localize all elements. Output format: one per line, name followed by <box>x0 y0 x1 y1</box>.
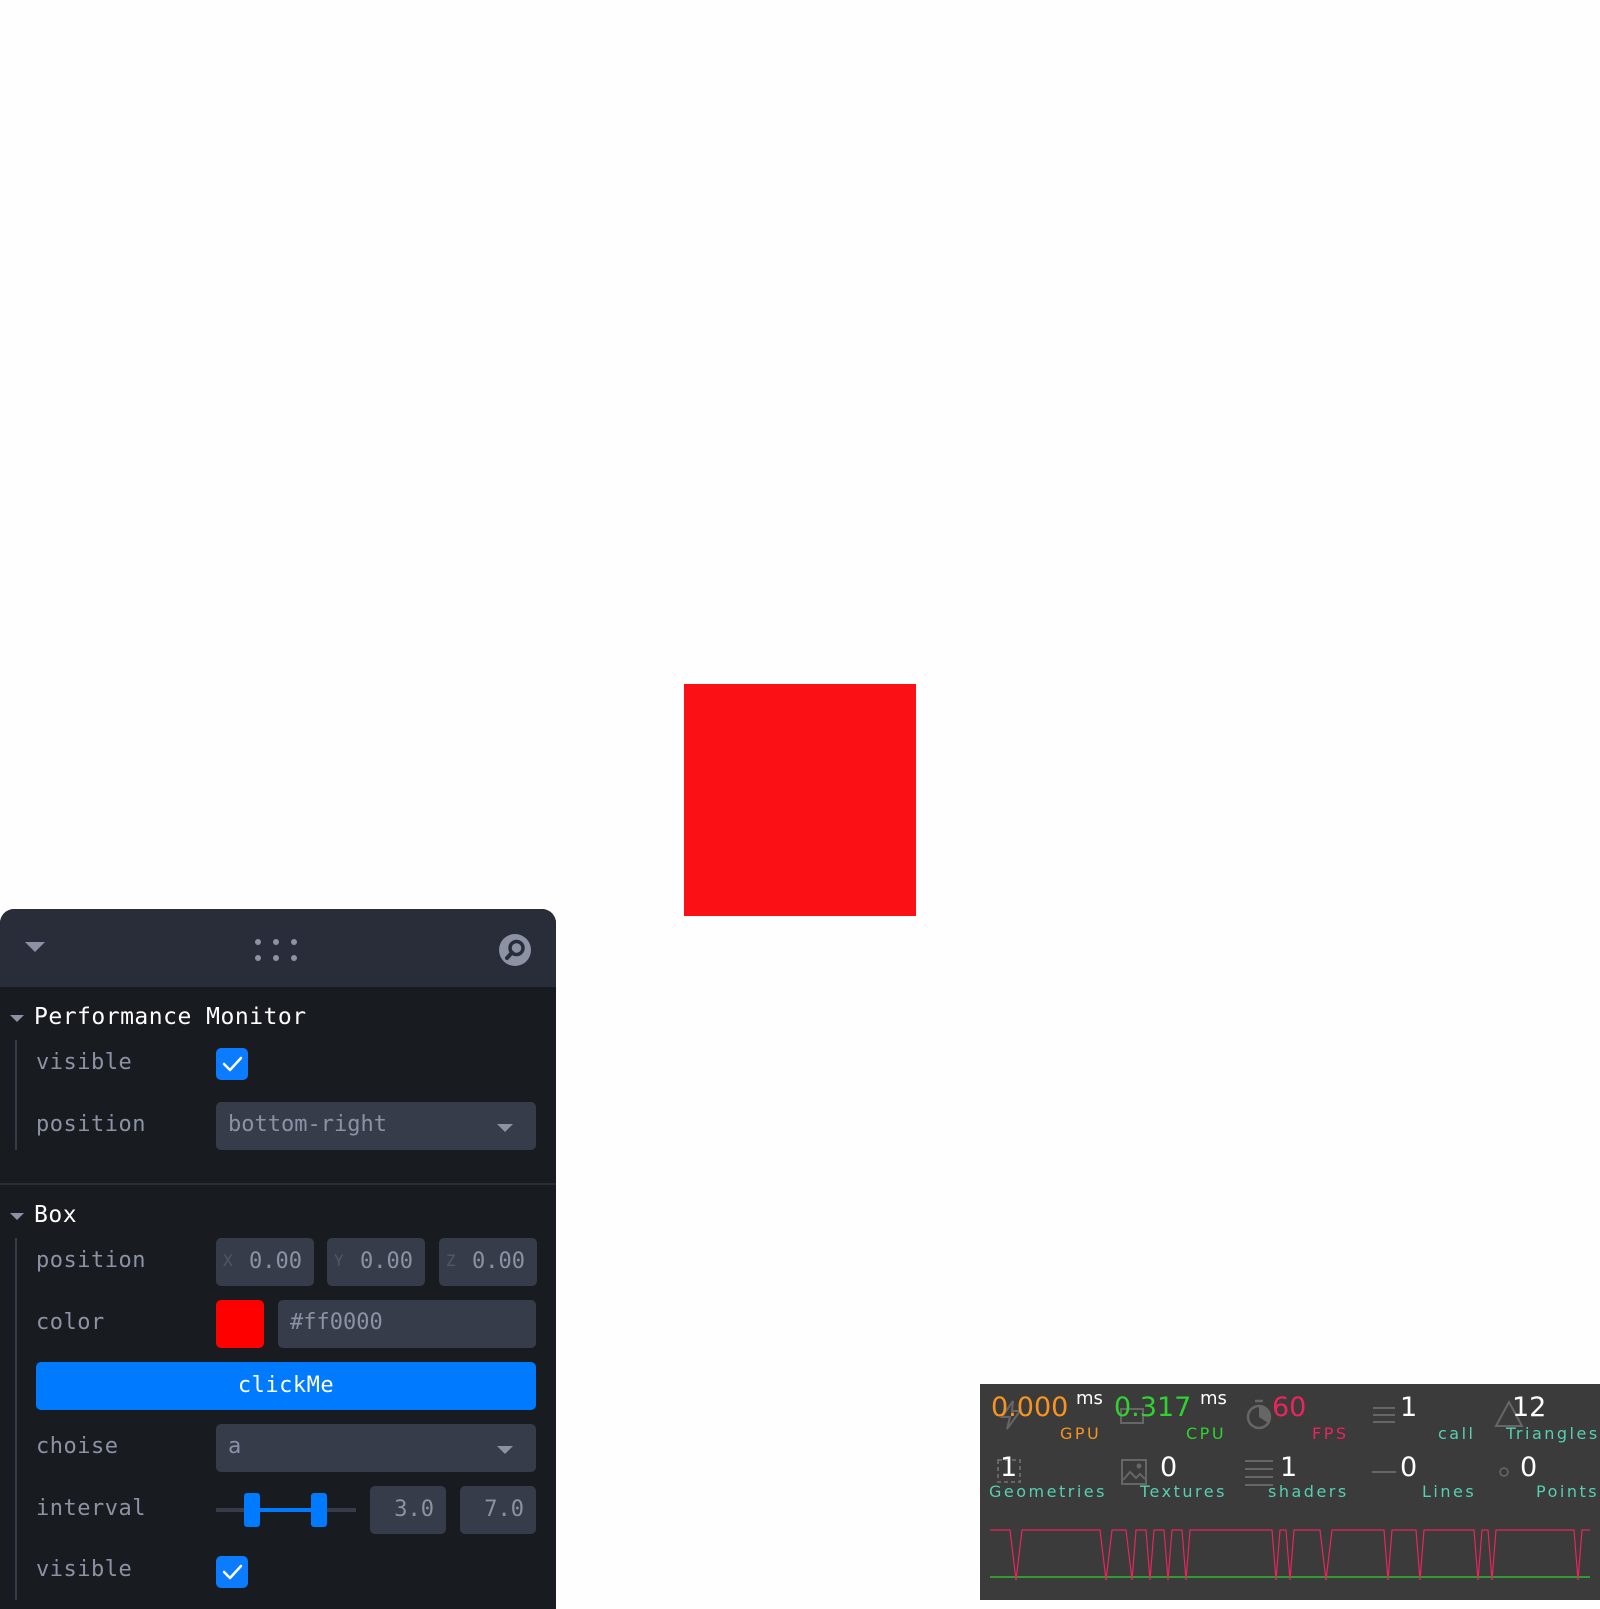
perf-position-value: bottom-right <box>228 1112 387 1137</box>
lines-label: Lines <box>1422 1482 1477 1501</box>
interval-max-handle[interactable] <box>311 1493 327 1527</box>
folder-divider <box>0 1183 556 1185</box>
line-icon <box>1372 1471 1396 1473</box>
shaders-value: 1 <box>1280 1452 1298 1483</box>
interval-max-input[interactable]: 7.0 <box>460 1486 536 1534</box>
position-x-value: 0.00 <box>249 1249 302 1274</box>
calls-label: call <box>1438 1424 1476 1443</box>
box-visible-label: visible <box>36 1557 133 1582</box>
gpu-value: 0.000 <box>991 1392 1069 1423</box>
point-icon <box>1499 1467 1509 1477</box>
panel-title-bar[interactable] <box>0 909 556 987</box>
click-me-button[interactable]: clickMe <box>36 1362 536 1410</box>
chevron-down-icon <box>497 1446 513 1454</box>
folder-title: Performance Monitor <box>34 1004 307 1030</box>
folder-rail <box>15 1040 17 1150</box>
interval-max-value: 7.0 <box>484 1497 524 1522</box>
search-icon[interactable] <box>497 932 533 968</box>
triangles-value: 12 <box>1512 1392 1547 1423</box>
perf-position-label: position <box>36 1112 146 1137</box>
axis-label-x: X <box>223 1251 233 1270</box>
geometries-label: Geometries <box>989 1482 1107 1501</box>
position-y-field[interactable]: Y 0.00 <box>327 1238 425 1286</box>
cpu-label: CPU <box>1186 1424 1227 1443</box>
color-hex-value: #ff0000 <box>290 1310 383 1335</box>
cpu-value: 0.317 <box>1114 1392 1192 1423</box>
color-swatch[interactable] <box>216 1300 264 1348</box>
frame-time-graph <box>990 1529 1590 1581</box>
folder-caret-icon <box>10 1015 24 1022</box>
triangles-label: Triangles <box>1506 1424 1600 1443</box>
color-hex-input[interactable]: #ff0000 <box>278 1300 536 1348</box>
axis-label-y: Y <box>334 1251 344 1270</box>
position-z-field[interactable]: Z 0.00 <box>439 1238 537 1286</box>
perf-visible-label: visible <box>36 1050 133 1075</box>
stopwatch-icon <box>1246 1399 1272 1430</box>
position-y-value: 0.00 <box>360 1249 413 1274</box>
collapse-chevron-icon[interactable] <box>24 939 46 955</box>
red-box-mesh[interactable] <box>684 684 916 916</box>
position-z-value: 0.00 <box>472 1249 525 1274</box>
geometries-value: 1 <box>1000 1452 1018 1483</box>
box-position-label: position <box>36 1248 146 1273</box>
performance-monitor: 0.000 ms GPU 0.317 ms CPU 60 FPS 1 call … <box>980 1384 1600 1600</box>
box-color-label: color <box>36 1310 105 1335</box>
perf-position-select[interactable]: bottom-right <box>216 1102 536 1150</box>
axis-label-z: Z <box>446 1251 456 1270</box>
folder-header-box[interactable]: Box <box>0 1198 556 1238</box>
fps-label: FPS <box>1312 1424 1349 1443</box>
gpu-unit: ms <box>1076 1388 1103 1409</box>
box-visible-checkbox[interactable] <box>216 1556 248 1588</box>
points-value: 0 <box>1520 1452 1538 1483</box>
fps-value: 60 <box>1272 1392 1307 1423</box>
interval-label: interval <box>36 1496 146 1521</box>
choise-value: a <box>228 1434 242 1459</box>
interval-min-input[interactable]: 3.0 <box>370 1486 446 1534</box>
interval-min-value: 3.0 <box>394 1497 434 1522</box>
gpu-label: GPU <box>1060 1424 1102 1443</box>
folder-caret-icon <box>10 1213 24 1220</box>
interval-min-handle[interactable] <box>244 1493 260 1527</box>
points-label: Points <box>1536 1482 1600 1501</box>
choise-select[interactable]: a <box>216 1424 536 1472</box>
perf-visible-checkbox[interactable] <box>216 1048 248 1080</box>
calls-value: 1 <box>1400 1392 1418 1423</box>
drag-handle-icon[interactable] <box>254 938 298 962</box>
folder-title: Box <box>34 1202 78 1228</box>
lines-value: 0 <box>1400 1452 1418 1483</box>
chevron-down-icon <box>497 1124 513 1132</box>
folder-rail <box>15 1238 17 1600</box>
textures-value: 0 <box>1160 1452 1178 1483</box>
textures-label: Textures <box>1140 1482 1227 1501</box>
cpu-unit: ms <box>1200 1388 1227 1409</box>
position-x-field[interactable]: X 0.00 <box>216 1238 314 1286</box>
draw-calls-icon <box>1373 1407 1395 1423</box>
folder-header-performance-monitor[interactable]: Performance Monitor <box>0 1000 556 1040</box>
choise-label: choise <box>36 1434 119 1459</box>
shaders-label: shaders <box>1268 1482 1349 1501</box>
